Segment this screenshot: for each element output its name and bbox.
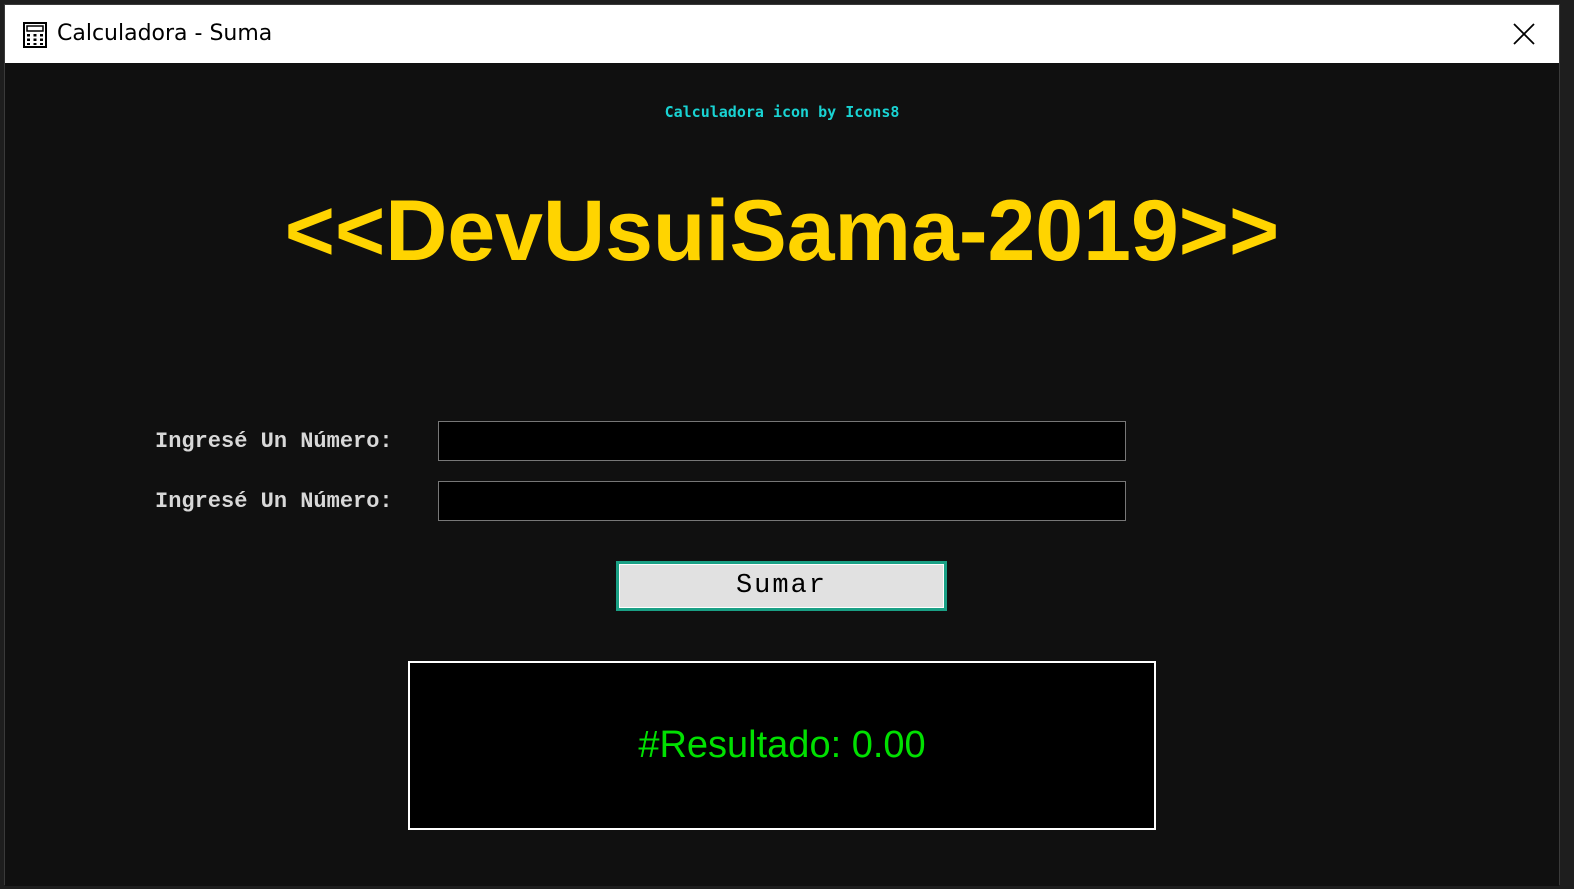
number-2-label: Ingresé Un Número:	[155, 489, 393, 514]
sumar-button[interactable]: Sumar	[616, 561, 947, 611]
title-bar[interactable]: Calculadora - Suma	[5, 5, 1559, 63]
calculator-window: Calculadora - Suma Calculadora icon by I…	[4, 4, 1560, 886]
calculator-icon	[23, 22, 47, 48]
close-icon	[1513, 23, 1535, 45]
window-title: Calculadora - Suma	[57, 21, 273, 46]
client-area: Calculadora icon by Icons8 <<DevUsuiSama…	[5, 63, 1559, 886]
icon-credit-link[interactable]: Calculadora icon by Icons8	[5, 103, 1559, 121]
number-1-label: Ingresé Un Número:	[155, 429, 393, 454]
result-panel: #Resultado: 0.00	[408, 661, 1156, 830]
number-1-input[interactable]	[438, 421, 1126, 461]
number-2-input[interactable]	[438, 481, 1126, 521]
result-text: #Resultado: 0.00	[638, 724, 926, 766]
brand-banner: <<DevUsuiSama-2019>>	[284, 183, 1280, 279]
close-button[interactable]	[1489, 5, 1559, 63]
